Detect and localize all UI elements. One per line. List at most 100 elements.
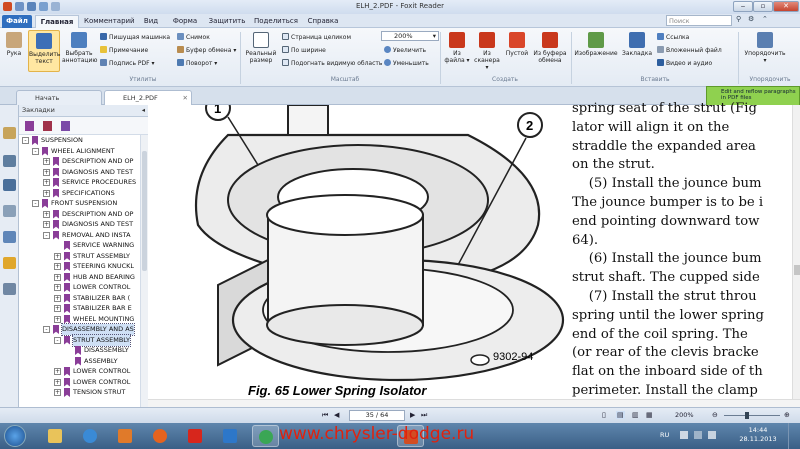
from-file-button[interactable]: Из файла ▾ [444,32,470,64]
up-icon[interactable]: ⌃ [762,15,772,25]
bookmark-item[interactable]: + SERVICE PROCEDURES [19,177,140,188]
hand-tool-button[interactable]: Рука [2,32,26,57]
blank-button[interactable]: Пустой [504,32,530,57]
pages-panel-icon[interactable] [3,155,16,167]
clock[interactable]: 14:44 28.11.2013 [736,426,780,444]
bookmark-item[interactable]: + HUB AND BEARING [19,272,140,283]
bookmark-item[interactable]: + LOWER CONTROL [19,366,140,377]
attachments-panel-icon[interactable] [3,231,16,243]
expand-icon[interactable]: + [54,294,61,302]
single-page-view-icon[interactable]: ▯ [602,411,606,419]
scrollbar-thumb[interactable] [142,151,147,271]
search-input[interactable]: Поиск [666,15,732,26]
continuous-facing-icon[interactable]: ▦ [646,411,653,419]
close-button[interactable]: ✕ [773,1,799,12]
facing-view-icon[interactable]: ▥ [632,411,639,419]
bookmarks-panel-icon[interactable] [3,127,16,139]
expand-icon[interactable]: + [54,305,61,312]
tab-protect[interactable]: Защитить [208,15,246,28]
tab-share[interactable]: Поделиться [254,15,298,28]
expand-icon[interactable]: + [54,252,61,260]
expand-icon[interactable]: + [43,168,50,176]
bookmark-item[interactable]: - STRUT ASSEMBLY [19,333,140,347]
attached-file-button[interactable]: Вложенный файл [657,46,722,55]
continuous-view-icon[interactable]: ▤ [616,411,625,419]
tray-up-icon[interactable] [680,431,688,439]
bookmark-item[interactable]: - WHEEL ALIGNMENT [19,146,140,157]
expand-icon[interactable]: + [54,284,61,291]
next-page-icon[interactable]: ▶ [410,411,415,419]
bookmark-item[interactable]: + DIAGNOSIS AND TEST [19,219,140,230]
taskbar-media-player[interactable] [112,425,139,447]
bookmark-item[interactable]: SERVICE WARNING [19,240,140,251]
document-horizontal-scrollbar[interactable] [148,399,800,407]
clipboard-button[interactable]: Буфер обмена ▾ [177,46,236,55]
arrange-button[interactable]: Упорядочить ▾ [744,32,786,64]
link-button[interactable]: Ссылка [657,33,689,42]
bookmark-item[interactable]: - SUSPENSION [19,135,140,146]
rotate-button[interactable]: Поворот ▾ [177,59,217,68]
collapse-icon[interactable]: - [43,326,50,333]
language-indicator[interactable]: RU [660,431,669,439]
actual-size-button[interactable]: Реальный размер [244,32,278,64]
select-annotation-button[interactable]: Выбрать аннотацию [62,32,97,64]
expand-icon[interactable]: + [54,368,61,375]
pdf-sign-button[interactable]: Подпись PDF ▾ [100,59,155,68]
expand-icon[interactable]: + [54,263,61,270]
bookmark-item[interactable]: + DIAGNOSIS AND TEST [19,167,140,178]
from-scanner-button[interactable]: Из сканера ▾ [472,32,502,71]
from-clipboard-button[interactable]: Из буфера обмена [532,32,568,64]
tab-help[interactable]: Справка [306,15,340,28]
bookmark-item[interactable]: + LOWER CONTROL [19,282,140,293]
volume-icon[interactable] [708,431,716,439]
page-number-input[interactable]: 35 / 64 [349,410,405,421]
close-panel-icon[interactable]: ◂ [142,105,145,116]
bookmark-item[interactable]: - DISASSEMBLY AND AS [19,323,140,336]
bookmark-item[interactable]: + TENSION STRUT [19,387,140,398]
close-tab-icon[interactable]: ✕ [183,91,188,105]
minimize-button[interactable]: ‒ [733,1,753,12]
typewriter-button[interactable]: Пишущая машинка [100,33,170,42]
bookmark-item[interactable]: + STABILIZER BAR ( [19,293,140,304]
collapse-icon[interactable]: - [32,147,39,155]
collapse-icon[interactable]: - [22,137,29,144]
bookmarks-scrollbar[interactable] [140,135,148,407]
bookmark-item[interactable]: - REMOVAL AND INSTA [19,230,140,241]
collapse-icon[interactable]: - [54,336,61,344]
tab-view[interactable]: Вид [140,15,162,28]
layers-panel-icon[interactable] [3,179,16,191]
collapse-icon[interactable]: - [32,200,39,207]
zoom-out-button[interactable]: Уменьшить [384,59,429,68]
zoom-select[interactable]: 200% ▾ [381,31,439,41]
taskbar-audio[interactable] [217,425,244,447]
security-panel-icon[interactable] [3,257,16,269]
bookmark-item[interactable]: + SPECIFICATIONS [19,188,140,199]
taskbar-chrome[interactable] [252,425,279,447]
image-button[interactable]: Изображение [574,32,618,57]
add-bookmark-icon[interactable] [61,121,70,131]
show-desktop-button[interactable] [788,423,800,449]
bookmark-item[interactable]: + STEERING KNUCKL [19,261,140,272]
tab-file[interactable]: Файл [2,15,32,28]
last-page-icon[interactable]: ⏭ [421,411,427,420]
expand-icon[interactable]: + [43,158,50,165]
bookmark-item[interactable]: - FRONT SUSPENSION [19,198,140,209]
settings-icon[interactable]: ⚙ [748,15,758,25]
bookmark-item[interactable]: + STRUT ASSEMBLY [19,251,140,262]
taskbar-explorer[interactable] [42,425,69,447]
delete-bookmark-icon[interactable] [43,121,52,131]
expand-icon[interactable]: + [54,315,61,323]
note-button[interactable]: Примечание [100,46,148,55]
bookmark-item[interactable]: + DESCRIPTION AND OP [19,156,140,167]
tab-start[interactable]: Начать [16,90,102,105]
zoom-in-button[interactable]: Увеличить [384,46,426,55]
search-icon[interactable]: ⚲ [736,15,744,25]
bookmark-item[interactable]: ASSEMBLY [19,356,140,367]
signatures-panel-icon[interactable] [3,283,16,295]
expand-icon[interactable]: + [43,189,50,197]
zoom-slider[interactable] [724,415,780,416]
tab-comment[interactable]: Комментарий [84,15,135,28]
first-page-icon[interactable]: ⏮ [322,411,328,420]
expand-icon[interactable]: + [43,221,50,228]
zoom-in-status-icon[interactable]: ⊕ [784,411,790,419]
